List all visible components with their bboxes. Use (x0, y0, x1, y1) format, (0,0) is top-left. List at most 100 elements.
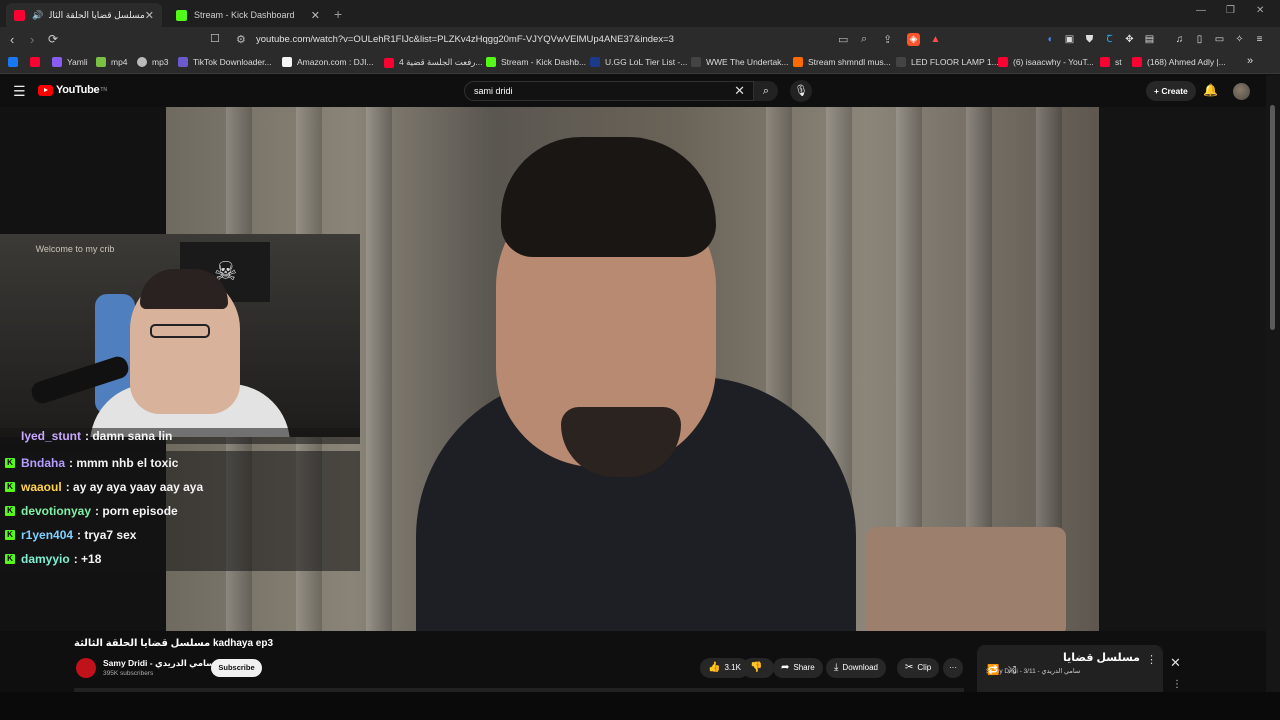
minimize-icon[interactable]: — (1196, 5, 1206, 16)
chat-text: : +18 (73, 552, 102, 566)
tab-youtube-video[interactable]: 🔊 مسلسل قضايا الحلقة الثالثة be ✕ (6, 3, 162, 27)
chat-message: K devotionyay : porn episode (0, 499, 360, 523)
bookmark-item[interactable]: (168) Ahmed Adly |... (1132, 57, 1226, 67)
bookmark-item[interactable]: LED FLOOR LAMP 1... (896, 57, 999, 67)
chat-username: Iyed_stunt (21, 429, 82, 443)
clear-search-icon[interactable]: ✕ (734, 83, 745, 99)
playlist-menu-icon[interactable]: ⋮ (1146, 653, 1157, 666)
wallet-icon[interactable]: ▭ (1213, 33, 1226, 46)
brave-rewards-icon[interactable]: ▲ (929, 33, 942, 46)
video-person-hair (501, 137, 716, 257)
bookmark-icon[interactable]: ☐ (210, 32, 220, 45)
loop-playlist-icon[interactable]: 🔁 (987, 665, 999, 676)
close-window-icon[interactable]: ✕ (1256, 5, 1264, 16)
tiktok-downloader-icon (178, 57, 188, 67)
kick-icon (486, 57, 496, 67)
reload-icon[interactable]: ⟳ (48, 32, 58, 46)
bookmark-item[interactable] (8, 57, 23, 67)
shield-extension-icon[interactable]: ⛊ (1083, 33, 1096, 46)
extensions-icon[interactable]: ✥ (1123, 33, 1136, 46)
scrollbar-thumb[interactable] (1270, 105, 1275, 330)
audio-extension-icon[interactable]: ◖ (1043, 33, 1056, 46)
kick-badge-icon: K (5, 530, 15, 540)
chat-text: : trya7 sex (77, 528, 137, 542)
search-input[interactable]: sami dridi ✕ (464, 81, 754, 101)
translate-extension-icon[interactable]: Ꞇ (1103, 33, 1116, 46)
close-tab-icon[interactable]: ✕ (145, 9, 154, 22)
playlist-more-icon[interactable]: ⋮ (1172, 679, 1182, 690)
bookmark-item[interactable]: WWE The Undertak... (691, 57, 789, 67)
leo-ai-icon[interactable]: ✧ (1233, 33, 1246, 46)
tab-search-icon[interactable]: ▤ (1143, 33, 1156, 46)
bookmark-item[interactable] (30, 57, 45, 67)
voice-search-button[interactable]: 🎙 (790, 80, 812, 102)
clip-button[interactable]: ✂ Clip (897, 658, 940, 678)
bookmarks-overflow-button[interactable]: » (1247, 55, 1253, 67)
youtube-icon (1132, 57, 1142, 67)
page-scrollbar[interactable] (1266, 75, 1280, 692)
download-button[interactable]: ⤓ Download (826, 658, 886, 678)
youtube-logo[interactable]: YouTube TN (38, 84, 107, 96)
subscribe-button[interactable]: Subscribe (211, 659, 262, 677)
search-button[interactable]: ⌕ (754, 81, 778, 101)
shuffle-icon[interactable]: ⤮ (1008, 665, 1016, 676)
share-arrow-icon: ➦ (781, 662, 790, 673)
sidebar-icon[interactable]: ▯ (1193, 33, 1206, 46)
bookmark-item[interactable]: Amazon.com : DJI... (282, 57, 374, 67)
bookmarks-bar: Yamli mp4 mp3 TikTok Downloader... Amazo… (0, 52, 1280, 74)
more-actions-button[interactable]: ··· (943, 658, 963, 678)
video-info-bar: مسلسل قضايا الحلقة الثالثة kadhaya ep3 S… (0, 631, 1280, 695)
media-controls-icon[interactable]: ♫ (1173, 33, 1186, 46)
bookmark-item[interactable]: mp3 (137, 57, 169, 67)
search-query: sami dridi (474, 86, 513, 96)
site-settings-icon[interactable]: ⚙ (236, 33, 246, 46)
yamli-icon (52, 57, 62, 67)
account-avatar[interactable] (1233, 83, 1250, 100)
bookmark-item[interactable]: TikTok Downloader... (178, 57, 272, 67)
kick-badge-icon: K (5, 482, 15, 492)
notifications-bell-icon[interactable]: 🔔 (1203, 83, 1218, 97)
download-arrow-icon (96, 57, 106, 67)
tab-kick-dashboard[interactable]: Stream - Kick Dashboard ✕ (168, 3, 328, 27)
dislike-button[interactable]: 👎 (742, 658, 775, 678)
restore-icon[interactable]: ❐ (1226, 5, 1235, 16)
bookmark-item[interactable]: Yamli (52, 57, 88, 67)
channel-avatar[interactable] (76, 658, 96, 678)
speaker-icon[interactable]: 🔊 (32, 10, 43, 21)
playlist-title: مسلسل قضايا (1063, 652, 1140, 664)
bookmark-item[interactable]: mp4 (96, 57, 128, 67)
screenshot-extension-icon[interactable]: ▣ (1063, 33, 1076, 46)
url-field[interactable]: youtube.com/watch?v=OULehR1FIJc&list=PLZ… (256, 34, 674, 45)
create-button[interactable]: + Create (1146, 81, 1196, 101)
stream-music-icon (793, 57, 803, 67)
close-tab-icon[interactable]: ✕ (311, 9, 320, 22)
webcam-overlay: Welcome to my crib ☠ (0, 234, 360, 437)
bookmark-item[interactable]: (6) isaacwhy - YouT... (998, 57, 1094, 67)
search-icon: ⌕ (762, 85, 770, 97)
address-bar-row: ‹ › ⟳ ☐ ⚙ youtube.com/watch?v=OULehR1FIJ… (0, 27, 1280, 52)
bookmark-item[interactable]: Stream - Kick Dashb... (486, 57, 586, 67)
close-playlist-icon[interactable]: ✕ (1170, 655, 1181, 671)
new-tab-button[interactable]: + (334, 6, 342, 22)
cast-icon[interactable]: ▭ (838, 33, 848, 46)
bookmark-item[interactable]: رفعت الجلسة قضية 4... (384, 57, 482, 68)
forward-icon[interactable]: › (30, 32, 34, 47)
channel-name[interactable]: Samy Dridi - سامي الدريدي✔ (103, 658, 223, 669)
bookmark-item[interactable]: st (1100, 57, 1122, 67)
playlist-panel[interactable]: مسلسل قضايا ⋮ Samy Dridi - سامي الدريدي … (977, 645, 1163, 695)
share-button[interactable]: ➦ Share (773, 658, 823, 678)
share-page-icon[interactable]: ⇪ (883, 33, 892, 46)
browser-menu-icon[interactable]: ≡ (1253, 33, 1266, 46)
chat-message: K waaoul : ay ay aya yaay aay aya (0, 475, 360, 499)
back-icon[interactable]: ‹ (10, 32, 14, 47)
menu-icon[interactable]: ☰ (13, 83, 26, 100)
youtube-icon (30, 57, 40, 67)
brave-shield-icon[interactable]: ◈ (907, 33, 920, 46)
video-chair (866, 527, 1066, 631)
zoom-icon[interactable]: ⌕ (861, 33, 867, 46)
chat-message: K Bndaha : mmm nhb el toxic (0, 451, 360, 475)
more-horizontal-icon: ··· (949, 663, 957, 672)
chat-username: r1yen404 (21, 528, 74, 542)
bookmark-item[interactable]: Stream shmndl mus... (793, 57, 891, 67)
bookmark-item[interactable]: U.GG LoL Tier List -... (590, 57, 687, 67)
